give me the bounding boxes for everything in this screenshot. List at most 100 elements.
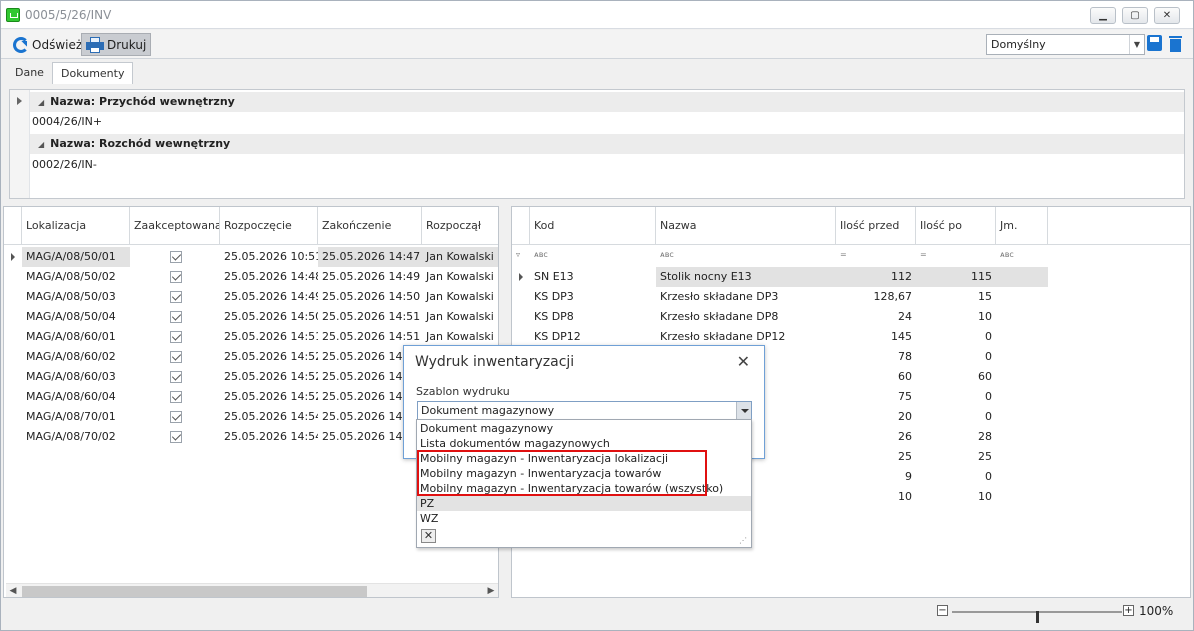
col-header-qty-before[interactable]: Ilość przed [836, 207, 916, 245]
cell-unit [996, 447, 1048, 467]
col-header-end[interactable]: Zakończenie [318, 207, 422, 245]
accepted-checkbox[interactable] [170, 291, 182, 303]
title-bar: 0005/5/26/INV ▁ ▢ ✕ [1, 1, 1193, 29]
accepted-checkbox[interactable] [170, 251, 182, 263]
delete-layout-icon[interactable] [1169, 34, 1182, 52]
cell-qty-after: 115 [916, 267, 996, 287]
indicator-header [512, 207, 530, 245]
table-row[interactable]: SN E13 Stolik nocny E13 112 115 [512, 267, 1048, 287]
cell-unit [996, 347, 1048, 367]
group-row-internal-issue[interactable]: ◢ Nazwa: Rozchód wewnętrzny [30, 134, 1184, 154]
zoom-control: − + 100% [937, 604, 1177, 623]
accepted-checkbox[interactable] [170, 331, 182, 343]
tab-dane[interactable]: Dane [7, 62, 52, 84]
cell-qty-before: 24 [898, 310, 912, 323]
close-window-button[interactable]: ✕ [1154, 7, 1180, 24]
cell-qty-after: 15 [978, 290, 992, 303]
template-option[interactable]: Lista dokumentów magazynowych [417, 436, 751, 451]
col-header-unit[interactable]: Jm. [996, 207, 1048, 245]
col-header-name[interactable]: Nazwa [656, 207, 836, 245]
table-row[interactable]: KS DP8 Krzesło składane DP8 24 10 [512, 307, 1048, 327]
template-select-value: Dokument magazynowy [421, 404, 555, 417]
table-row[interactable]: MAG/A/08/50/02 25.05.2026 14:48 25.05.2026… [4, 267, 498, 287]
related-doc-row[interactable]: 0004/26/IN+ [30, 112, 1184, 132]
zoom-track[interactable] [952, 611, 1122, 623]
col-header-location[interactable]: Lokalizacja [22, 207, 130, 245]
cell-unit [996, 267, 1048, 287]
print-button[interactable]: Drukuj [81, 33, 152, 56]
cell-location: MAG/A/08/60/01 [26, 330, 116, 343]
maximize-button[interactable]: ▢ [1122, 7, 1148, 24]
col-header-started-by[interactable]: Rozpoczął [422, 207, 498, 245]
zoom-in-button[interactable]: + [1123, 605, 1134, 616]
filter-qty-after[interactable]: = [916, 246, 996, 263]
minimize-button[interactable]: ▁ [1090, 7, 1116, 24]
filter-code[interactable]: ᴀʙc [530, 246, 656, 263]
cell-qty-before: 145 [891, 330, 912, 343]
save-layout-icon[interactable] [1147, 35, 1162, 51]
cell-location: MAG/A/08/50/01 [22, 247, 130, 267]
cell-start: 25.05.2026 14:54 [224, 410, 318, 423]
accepted-checkbox[interactable] [170, 391, 182, 403]
dialog-title: Wydruk inwentaryzacji [415, 354, 575, 370]
horizontal-scrollbar[interactable]: ◀ ▶ [6, 583, 498, 597]
cell-unit [996, 387, 1048, 407]
table-row[interactable]: KS DP3 Krzesło składane DP3 128,67 15 [512, 287, 1048, 307]
cell-start: 25.05.2026 14:54 [224, 430, 318, 443]
scroll-right-icon[interactable]: ▶ [484, 584, 498, 597]
close-dropdown-icon[interactable]: ✕ [421, 529, 436, 543]
tab-related-documents[interactable]: Dokumenty powiązane [52, 62, 134, 102]
cell-unit [996, 367, 1048, 387]
col-header-start[interactable]: Rozpoczęcie [220, 207, 318, 245]
cell-qty-after: 0 [985, 330, 992, 343]
row-indicator [4, 347, 22, 367]
cell-start: 25.05.2026 10:51 [224, 250, 318, 263]
template-option[interactable]: WZ [417, 511, 751, 526]
accepted-checkbox[interactable] [170, 431, 182, 443]
table-row[interactable]: MAG/A/08/50/01 25.05.2026 10:51 25.05.2026… [4, 247, 498, 267]
refresh-button[interactable]: Odśwież [9, 33, 86, 56]
cell-unit [996, 487, 1048, 507]
row-indicator [4, 387, 22, 407]
accepted-checkbox[interactable] [170, 411, 182, 423]
filter-icon: ▿ [516, 250, 521, 259]
scrollbar-thumb[interactable] [22, 586, 367, 597]
col-header-code[interactable]: Kod [530, 207, 656, 245]
maximize-icon: ▢ [1130, 10, 1140, 21]
template-option[interactable]: Dokument magazynowy [417, 421, 751, 436]
scroll-left-icon[interactable]: ◀ [6, 584, 20, 597]
table-row[interactable]: MAG/A/08/50/03 25.05.2026 14:49 25.05.2026… [4, 287, 498, 307]
col-header-accepted[interactable]: Zaakceptowana [130, 207, 220, 245]
filter-qty-before[interactable]: = [836, 246, 916, 263]
row-pointer-icon [17, 97, 26, 105]
template-select[interactable]: Dokument magazynowy [417, 401, 752, 420]
collapse-icon[interactable]: ◢ [38, 135, 44, 155]
chevron-down-icon[interactable] [736, 402, 751, 419]
close-icon[interactable]: ✕ [737, 352, 750, 371]
collapse-icon[interactable]: ◢ [38, 93, 44, 113]
cell-qty-after: 0 [985, 410, 992, 423]
filter-unit[interactable]: ᴀʙc [996, 246, 1048, 263]
template-option[interactable]: PZ [417, 496, 751, 511]
accepted-checkbox[interactable] [170, 311, 182, 323]
row-pointer-icon [11, 253, 19, 261]
resize-grip-icon[interactable]: ⋰ [739, 536, 748, 545]
filter-name[interactable]: ᴀʙc [656, 246, 836, 263]
accepted-checkbox[interactable] [170, 351, 182, 363]
table-row[interactable]: MAG/A/08/50/04 25.05.2026 14:50 25.05.2026… [4, 307, 498, 327]
table-row[interactable]: KS DP12 Krzesło składane DP12 145 0 [512, 327, 1048, 347]
layout-select-value: Domyślny [991, 38, 1046, 51]
accepted-checkbox[interactable] [170, 371, 182, 383]
cell-end: 25.05.2026 14:51 [322, 310, 421, 323]
col-header-qty-after[interactable]: Ilość po [916, 207, 996, 245]
basket-icon [6, 8, 20, 22]
zoom-out-button[interactable]: − [937, 605, 948, 616]
related-doc-row[interactable]: 0002/26/IN- [30, 155, 1184, 175]
row-indicator [512, 287, 530, 307]
zoom-thumb[interactable] [1036, 611, 1039, 623]
table-row[interactable]: MAG/A/08/60/01 25.05.2026 14:51 25.05.2026… [4, 327, 498, 347]
group-row-internal-receipt[interactable]: ◢ Nazwa: Przychód wewnętrzny [30, 92, 1184, 112]
layout-select[interactable]: Domyślny ▼ [986, 34, 1145, 55]
filter-row: ▿ ᴀʙc ᴀʙc = = ᴀʙc [512, 246, 1048, 263]
accepted-checkbox[interactable] [170, 271, 182, 283]
